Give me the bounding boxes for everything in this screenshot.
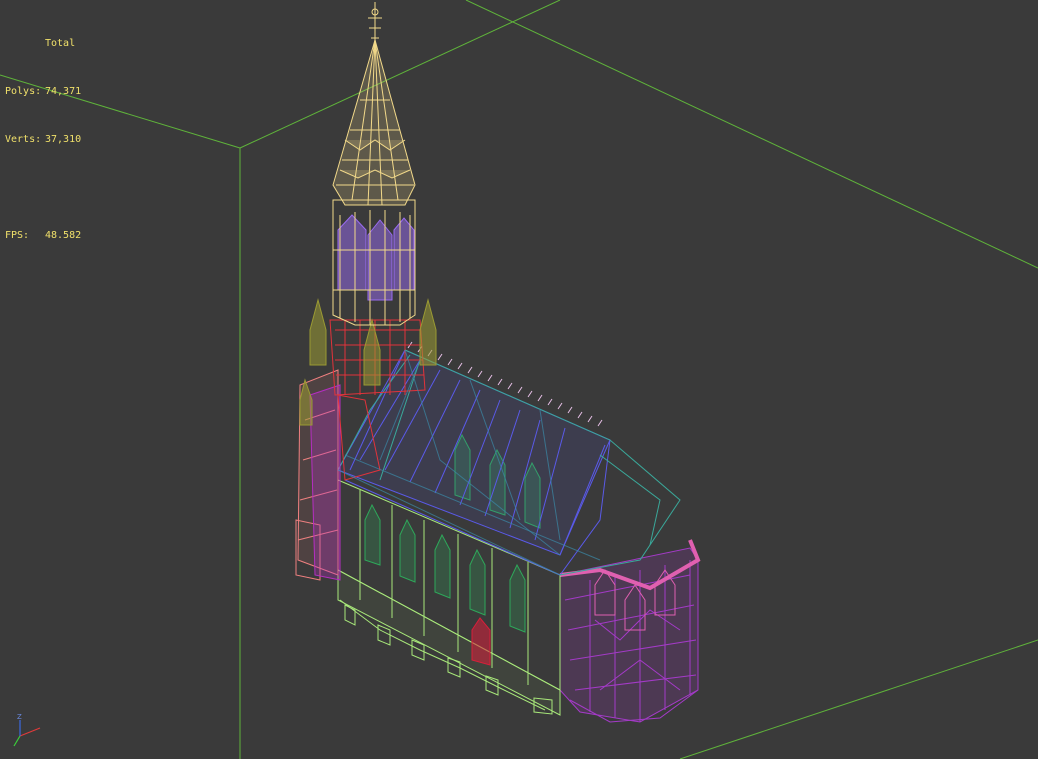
fps-row: FPS: 48.582 [5,228,81,244]
verts-label: Verts: [5,134,42,145]
belfry [337,214,415,301]
verts-value: 37,310 [45,134,82,145]
wireframe-scene[interactable] [0,0,1038,759]
stats-header: Total [45,38,76,49]
3d-viewport[interactable]: Total Polys: 74,371 Verts: 37,310 FPS: 48.5… [0,0,1038,759]
tower-base-magenta [309,384,341,581]
z-axis-label: Z [17,713,22,721]
main-door [471,617,491,666]
fps-value: 48.582 [45,230,82,241]
fps-label: FPS: [5,230,30,241]
viewport-statistics: Total Polys: 74,371 Verts: 37,310 FPS: 48.5… [5,4,81,276]
polys-value: 74,371 [45,86,82,97]
spire [332,38,416,206]
stats-header-row: Total [5,36,81,52]
polys-row: Polys: 74,371 [5,84,81,100]
polys-label: Polys: [5,86,42,97]
y-axis-line [13,735,21,747]
spire-finial [368,2,382,48]
axis-tripod-icon: Z [13,713,41,747]
verts-row: Verts: 37,310 [5,132,81,148]
home-grid [0,0,1038,759]
x-axis-line [19,727,41,737]
cathedral-model[interactable] [295,2,701,723]
